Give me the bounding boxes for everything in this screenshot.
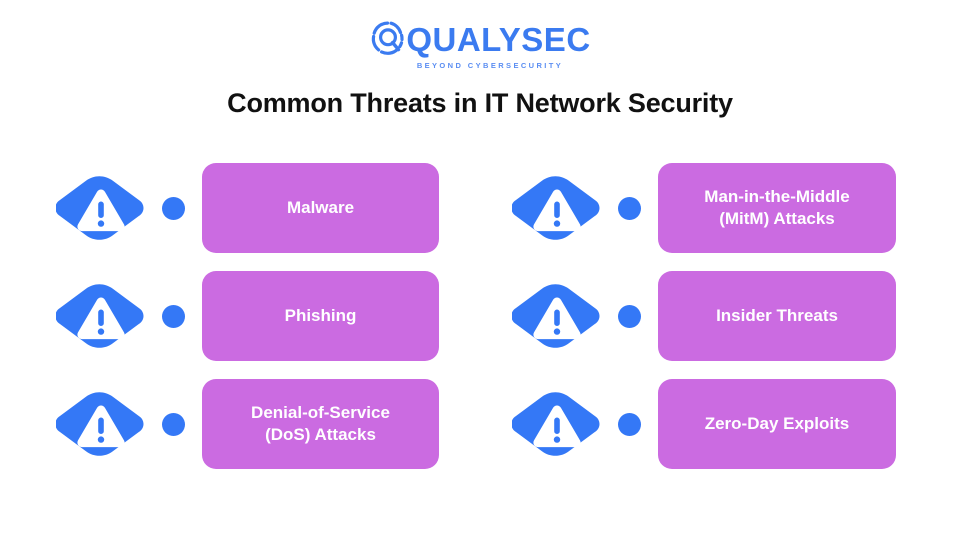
connector-dot — [618, 196, 641, 220]
threat-item-phishing[interactable]: Phishing — [56, 268, 512, 364]
threat-item-insider-threats[interactable]: Insider Threats — [512, 268, 960, 364]
warning-triangle-hexagon-icon — [56, 176, 144, 240]
connector-dot — [162, 304, 185, 328]
connector-dot — [618, 304, 641, 328]
threat-grid: Malware Man-in-the-Middle (MitM) Attacks — [0, 160, 960, 480]
warning-triangle-hexagon-icon — [512, 176, 600, 240]
threat-card[interactable]: Insider Threats — [658, 271, 896, 361]
threat-label: Man-in-the-Middle (MitM) Attacks — [704, 186, 849, 231]
warning-triangle-hexagon-icon — [56, 284, 144, 348]
threat-card[interactable]: Phishing — [202, 271, 439, 361]
connector-dot — [162, 196, 185, 220]
warning-triangle-hexagon-icon — [56, 392, 144, 456]
threat-label: Zero-Day Exploits — [704, 413, 850, 433]
threat-card[interactable]: Denial-of-Service (DoS) Attacks — [202, 379, 439, 469]
logo-wordmark: QUALYSEC — [406, 20, 591, 58]
threat-item-man-in-the-middle[interactable]: Man-in-the-Middle (MitM) Attacks — [512, 160, 960, 256]
qualysec-q-magnifier-icon — [372, 21, 404, 55]
threat-label: Phishing — [284, 305, 357, 325]
threat-item-malware[interactable]: Malware — [56, 160, 512, 256]
connector-dot — [162, 412, 185, 436]
warning-triangle-hexagon-icon — [512, 392, 600, 456]
threat-label: Denial-of-Service (DoS) Attacks — [251, 402, 390, 447]
threat-label-line2: (MitM) Attacks — [719, 209, 835, 228]
threat-label: Malware — [286, 197, 355, 217]
logo-tagline: BEYOND CYBERSECURITY — [416, 61, 564, 70]
infographic-page: QUALYSEC BEYOND CYBERSECURITY Common Thr… — [0, 0, 960, 540]
threat-label: Insider Threats — [716, 305, 838, 325]
threat-label-line2: (DoS) Attacks — [265, 425, 376, 444]
page-title: Common Threats in IT Network Security — [227, 88, 733, 118]
threat-card[interactable]: Zero-Day Exploits — [658, 379, 896, 469]
threat-card[interactable]: Malware — [202, 163, 439, 253]
threat-item-zero-day-exploits[interactable]: Zero-Day Exploits — [512, 376, 960, 472]
warning-triangle-hexagon-icon — [512, 284, 600, 348]
threat-label-line1: Denial-of-Service — [251, 402, 390, 422]
connector-dot — [618, 412, 641, 436]
logo-row: QUALYSEC — [369, 20, 590, 58]
threat-item-denial-of-service[interactable]: Denial-of-Service (DoS) Attacks — [56, 376, 512, 472]
threat-label-line1: Man-in-the-Middle — [704, 186, 850, 206]
brand-logo: QUALYSEC BEYOND CYBERSECURITY — [0, 20, 960, 70]
threat-card[interactable]: Man-in-the-Middle (MitM) Attacks — [658, 163, 896, 253]
